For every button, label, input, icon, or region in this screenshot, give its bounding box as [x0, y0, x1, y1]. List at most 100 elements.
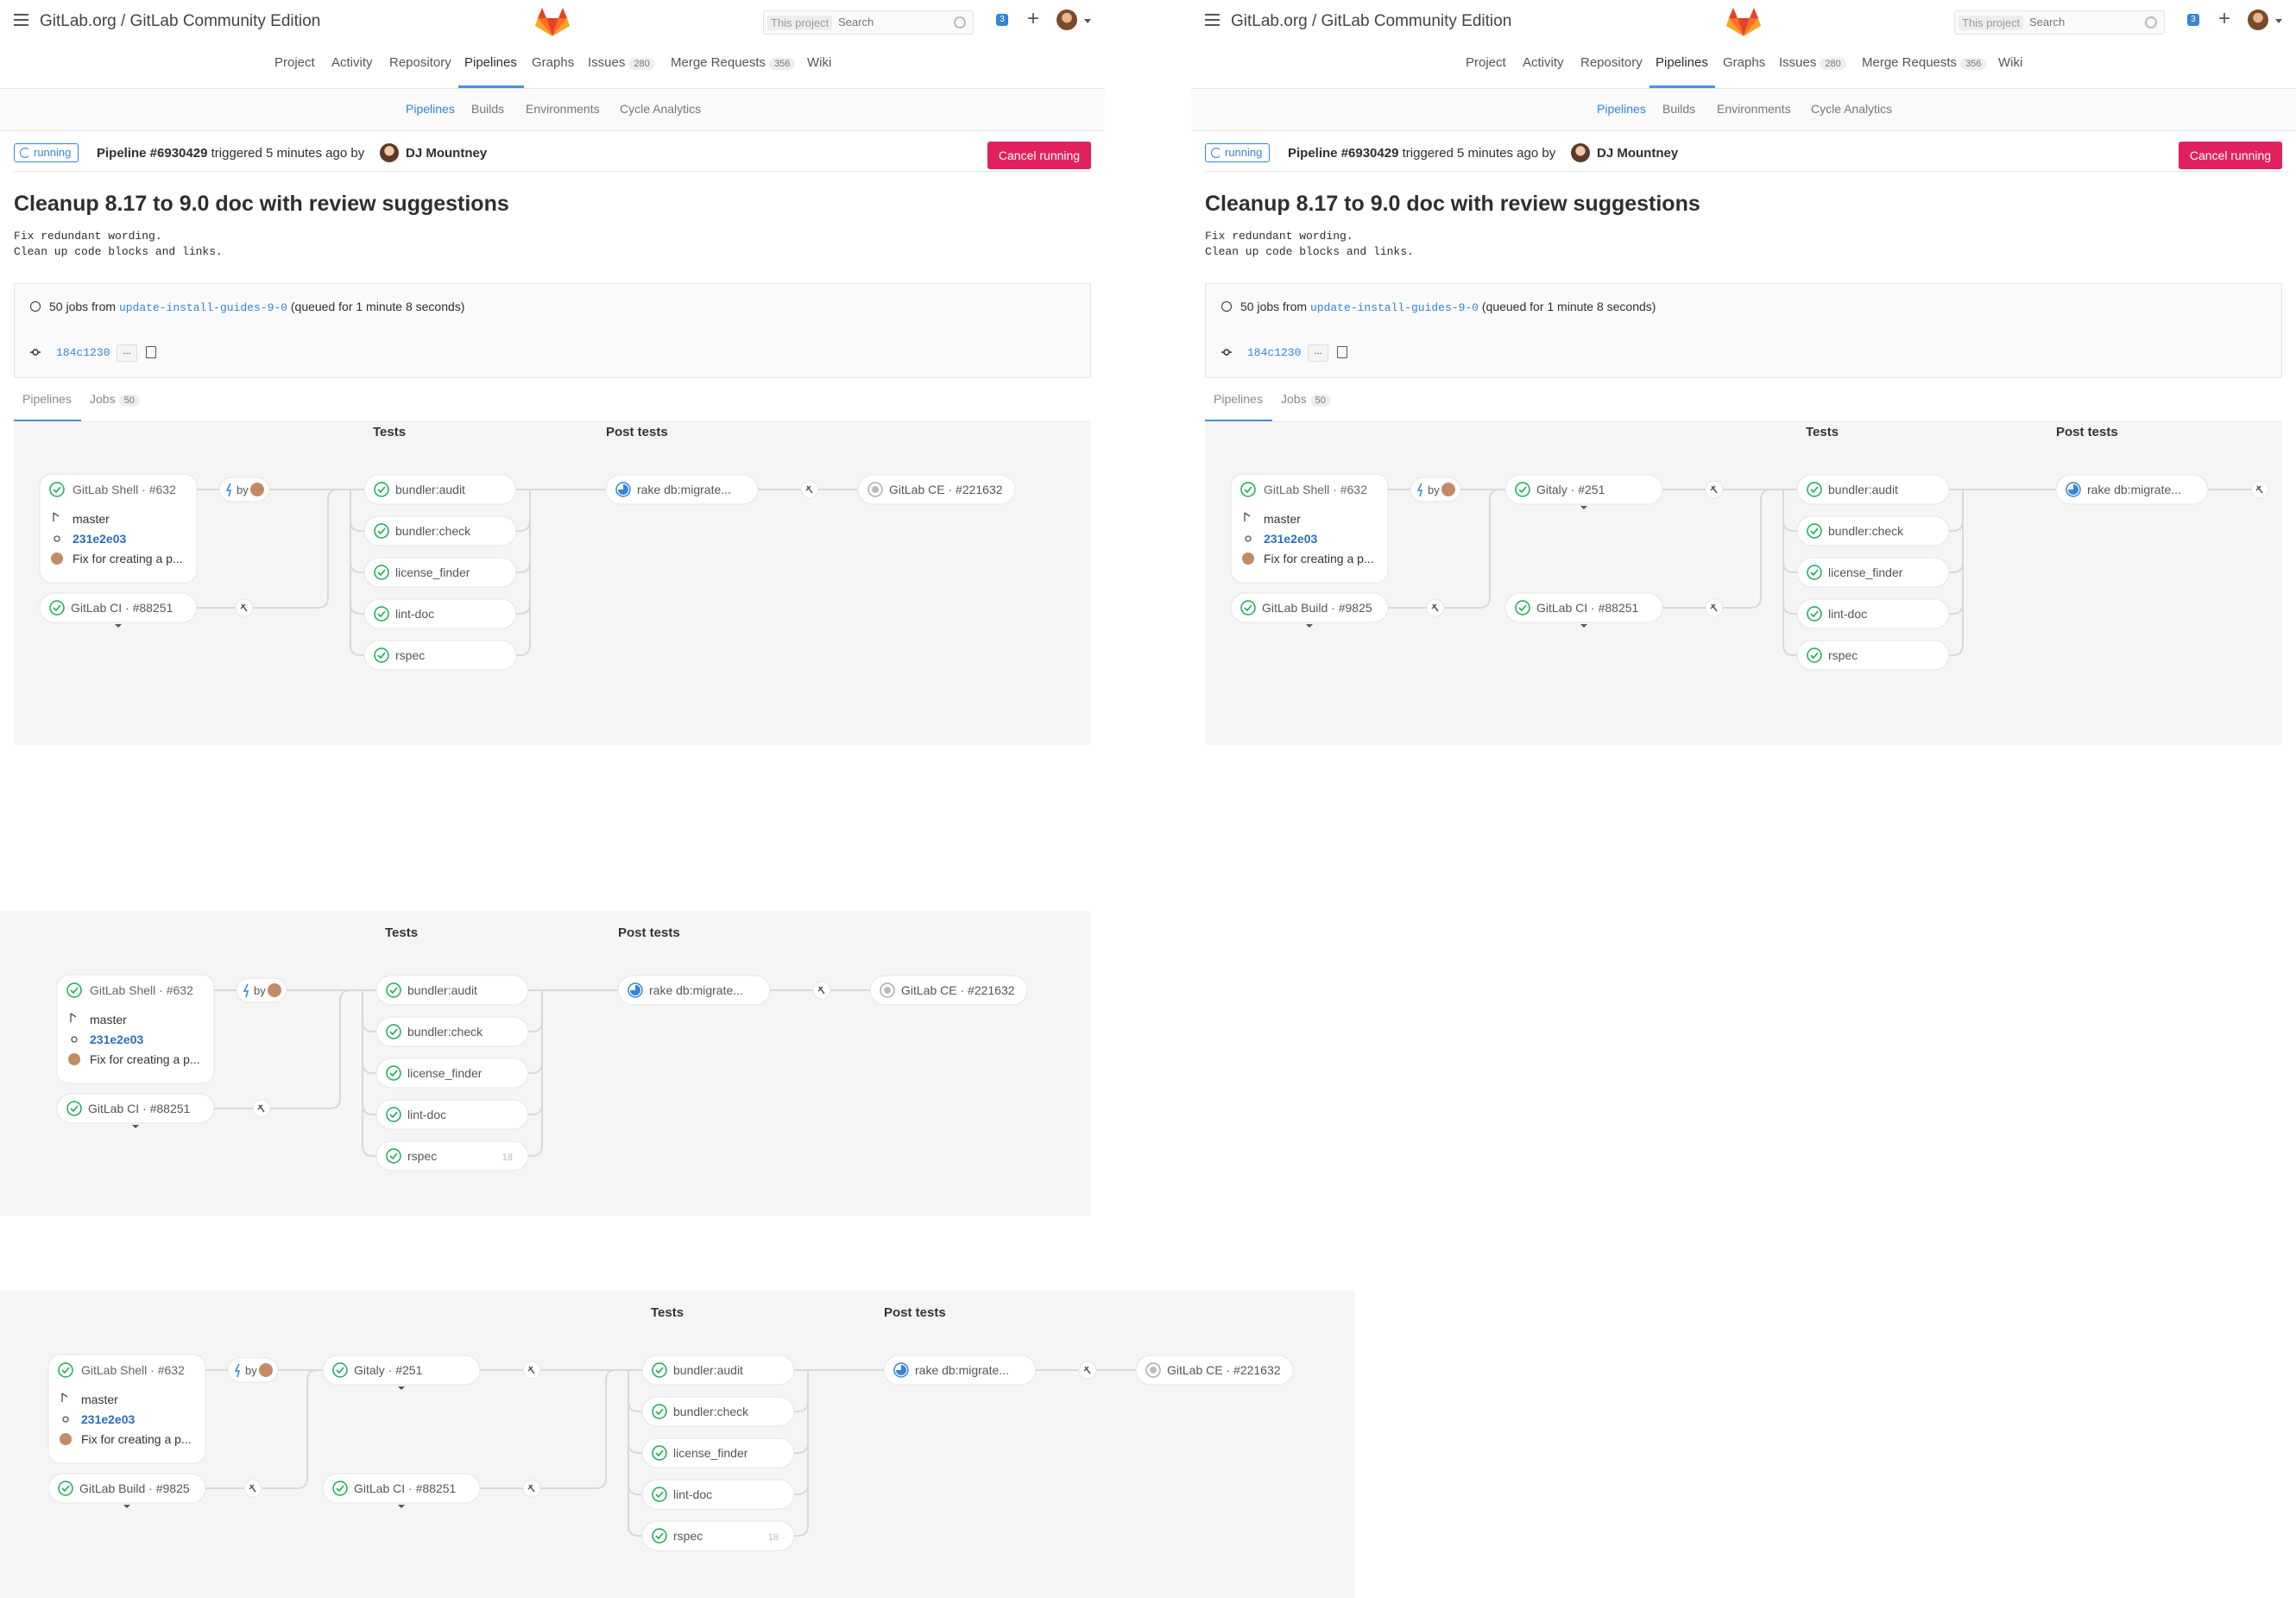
user-avatar[interactable]	[1057, 9, 1077, 30]
chevron-down-icon[interactable]	[398, 1505, 405, 1508]
nav-item-merge-requests[interactable]: Merge Requests 356	[671, 55, 796, 70]
job-bundler-check-label: bundler:check	[1828, 524, 1904, 538]
commit-author-avatar[interactable]	[1242, 553, 1254, 565]
nav-item-repository[interactable]: Repository	[389, 55, 451, 70]
gitlab-logo-icon[interactable]	[1726, 7, 1761, 38]
copy-clipboard-icon[interactable]	[146, 346, 156, 358]
search-input[interactable]	[2029, 14, 2133, 29]
status-badge[interactable]: running	[1205, 143, 1271, 162]
branch-link[interactable]: update-install-guides-9-0	[119, 301, 287, 314]
search-scope-label[interactable]: This project	[1959, 16, 2024, 30]
status-success-icon	[49, 600, 65, 616]
job-connector	[516, 561, 531, 573]
status-success-icon	[386, 982, 401, 998]
ci-pill-label: GitLab CI · #88251	[71, 601, 173, 615]
chevron-down-icon[interactable]	[132, 1125, 139, 1128]
copy-clipboard-icon[interactable]	[1337, 346, 1347, 358]
nav-item-pipelines[interactable]: Pipelines	[1656, 55, 1708, 70]
nav-item-wiki[interactable]: Wiki	[807, 55, 831, 70]
tab-jobs[interactable]: Jobs 50	[1281, 392, 1331, 407]
nav-item-activity[interactable]: Activity	[331, 55, 373, 70]
nav-mr-label: Merge Requests	[671, 55, 766, 70]
tab-pipelines[interactable]: Pipelines	[1214, 392, 1263, 406]
subnav-item-builds[interactable]: Builds	[471, 102, 504, 116]
subnav-item-pipelines[interactable]: Pipelines	[1597, 102, 1646, 116]
jobs-count-text: 50 jobs from	[49, 300, 117, 313]
status-success-icon	[374, 523, 389, 539]
commit-author-avatar[interactable]	[51, 553, 63, 565]
chevron-down-icon[interactable]	[398, 1386, 405, 1390]
trigger-user-avatar[interactable]	[268, 983, 281, 997]
chevron-down-icon[interactable]	[1306, 624, 1313, 628]
chevron-down-icon[interactable]	[1580, 624, 1587, 628]
nav-item-graphs[interactable]: Graphs	[532, 55, 574, 70]
jobs-count-badge: 50	[1309, 395, 1331, 407]
author-name[interactable]: DJ Mountney	[406, 146, 487, 161]
subnav-item-environments[interactable]: Environments	[1717, 102, 1791, 116]
nav-item-merge-requests[interactable]: Merge Requests 356	[1862, 55, 1987, 70]
hamburger-menu-icon[interactable]	[1205, 14, 1220, 28]
todo-icon[interactable]: 3	[996, 14, 1008, 26]
commit-author-avatar[interactable]	[60, 1433, 72, 1445]
nav-item-wiki[interactable]: Wiki	[1998, 55, 2022, 70]
stage-title-post-tests: Post tests	[618, 925, 680, 940]
nav-item-repository[interactable]: Repository	[1580, 55, 1643, 70]
upstream-commit-sha[interactable]: 231e2e03	[73, 532, 127, 546]
subnav-item-environments[interactable]: Environments	[526, 102, 600, 116]
author-avatar[interactable]	[380, 143, 399, 162]
status-created-dot	[872, 486, 879, 493]
nav-item-issues[interactable]: Issues 280	[1779, 55, 1846, 70]
search-input[interactable]	[838, 14, 942, 29]
stage-title-tests: Tests	[373, 425, 406, 439]
commit-sha-link[interactable]: 184c1230	[1247, 346, 1301, 359]
trigger-user-avatar[interactable]	[1441, 483, 1455, 496]
search-box[interactable]: This project	[1954, 10, 2165, 35]
site-title[interactable]: GitLab.org / GitLab Community Edition	[1231, 12, 1511, 31]
search-box[interactable]: This project	[763, 10, 974, 35]
upstream-commit-message: Fix for creating a p...	[1264, 552, 1374, 565]
new-item-plus-icon[interactable]: +	[1027, 7, 1039, 31]
todo-icon[interactable]: 3	[2187, 14, 2199, 26]
upstream-commit-sha[interactable]: 231e2e03	[90, 1033, 144, 1046]
author-name[interactable]: DJ Mountney	[1597, 146, 1678, 161]
nav-item-pipelines[interactable]: Pipelines	[464, 55, 517, 70]
upstream-commit-sha[interactable]: 231e2e03	[81, 1412, 136, 1426]
search-scope-label[interactable]: This project	[767, 16, 833, 30]
nav-item-activity[interactable]: Activity	[1523, 55, 1564, 70]
mr-count-badge: 356	[1960, 58, 1987, 70]
expand-commit-button[interactable]: ...	[1308, 344, 1328, 362]
status-success-icon	[1240, 600, 1256, 616]
cancel-running-button[interactable]: Cancel running	[2179, 142, 2282, 169]
chevron-down-icon[interactable]	[2275, 19, 2282, 23]
chevron-down-icon[interactable]	[123, 1505, 130, 1508]
gitlab-logo-icon[interactable]	[535, 7, 570, 38]
author-avatar[interactable]	[1571, 143, 1590, 162]
site-title[interactable]: GitLab.org / GitLab Community Edition	[40, 12, 320, 31]
subnav-item-cycle-analytics[interactable]: Cycle Analytics	[620, 102, 701, 116]
tab-jobs[interactable]: Jobs 50	[90, 392, 140, 407]
nav-item-project[interactable]: Project	[1466, 55, 1506, 70]
nav-item-project[interactable]: Project	[274, 55, 315, 70]
chevron-down-icon[interactable]	[1580, 506, 1587, 509]
trigger-user-avatar[interactable]	[250, 483, 264, 496]
jobs-summary: 50 jobs from update-install-guides-9-0 (…	[49, 300, 464, 314]
commit-sha-link[interactable]: 184c1230	[56, 346, 110, 359]
subnav-item-builds[interactable]: Builds	[1662, 102, 1695, 116]
commit-author-avatar[interactable]	[68, 1053, 80, 1065]
chevron-down-icon[interactable]	[115, 624, 122, 628]
subnav-item-cycle-analytics[interactable]: Cycle Analytics	[1811, 102, 1892, 116]
branch-link[interactable]: update-install-guides-9-0	[1310, 301, 1479, 314]
new-item-plus-icon[interactable]: +	[2218, 7, 2230, 31]
user-avatar[interactable]	[2248, 9, 2268, 30]
expand-commit-button[interactable]: ...	[117, 344, 137, 362]
trigger-user-avatar[interactable]	[259, 1363, 273, 1377]
chevron-down-icon[interactable]	[1084, 19, 1091, 23]
nav-item-issues[interactable]: Issues 280	[588, 55, 655, 70]
upstream-commit-sha[interactable]: 231e2e03	[1264, 532, 1318, 546]
hamburger-menu-icon[interactable]	[14, 14, 28, 28]
tab-pipelines[interactable]: Pipelines	[22, 392, 72, 406]
nav-item-graphs[interactable]: Graphs	[1723, 55, 1765, 70]
subnav-item-pipelines[interactable]: Pipelines	[406, 102, 455, 116]
status-badge[interactable]: running	[14, 143, 79, 162]
cancel-running-button[interactable]: Cancel running	[987, 142, 1091, 169]
